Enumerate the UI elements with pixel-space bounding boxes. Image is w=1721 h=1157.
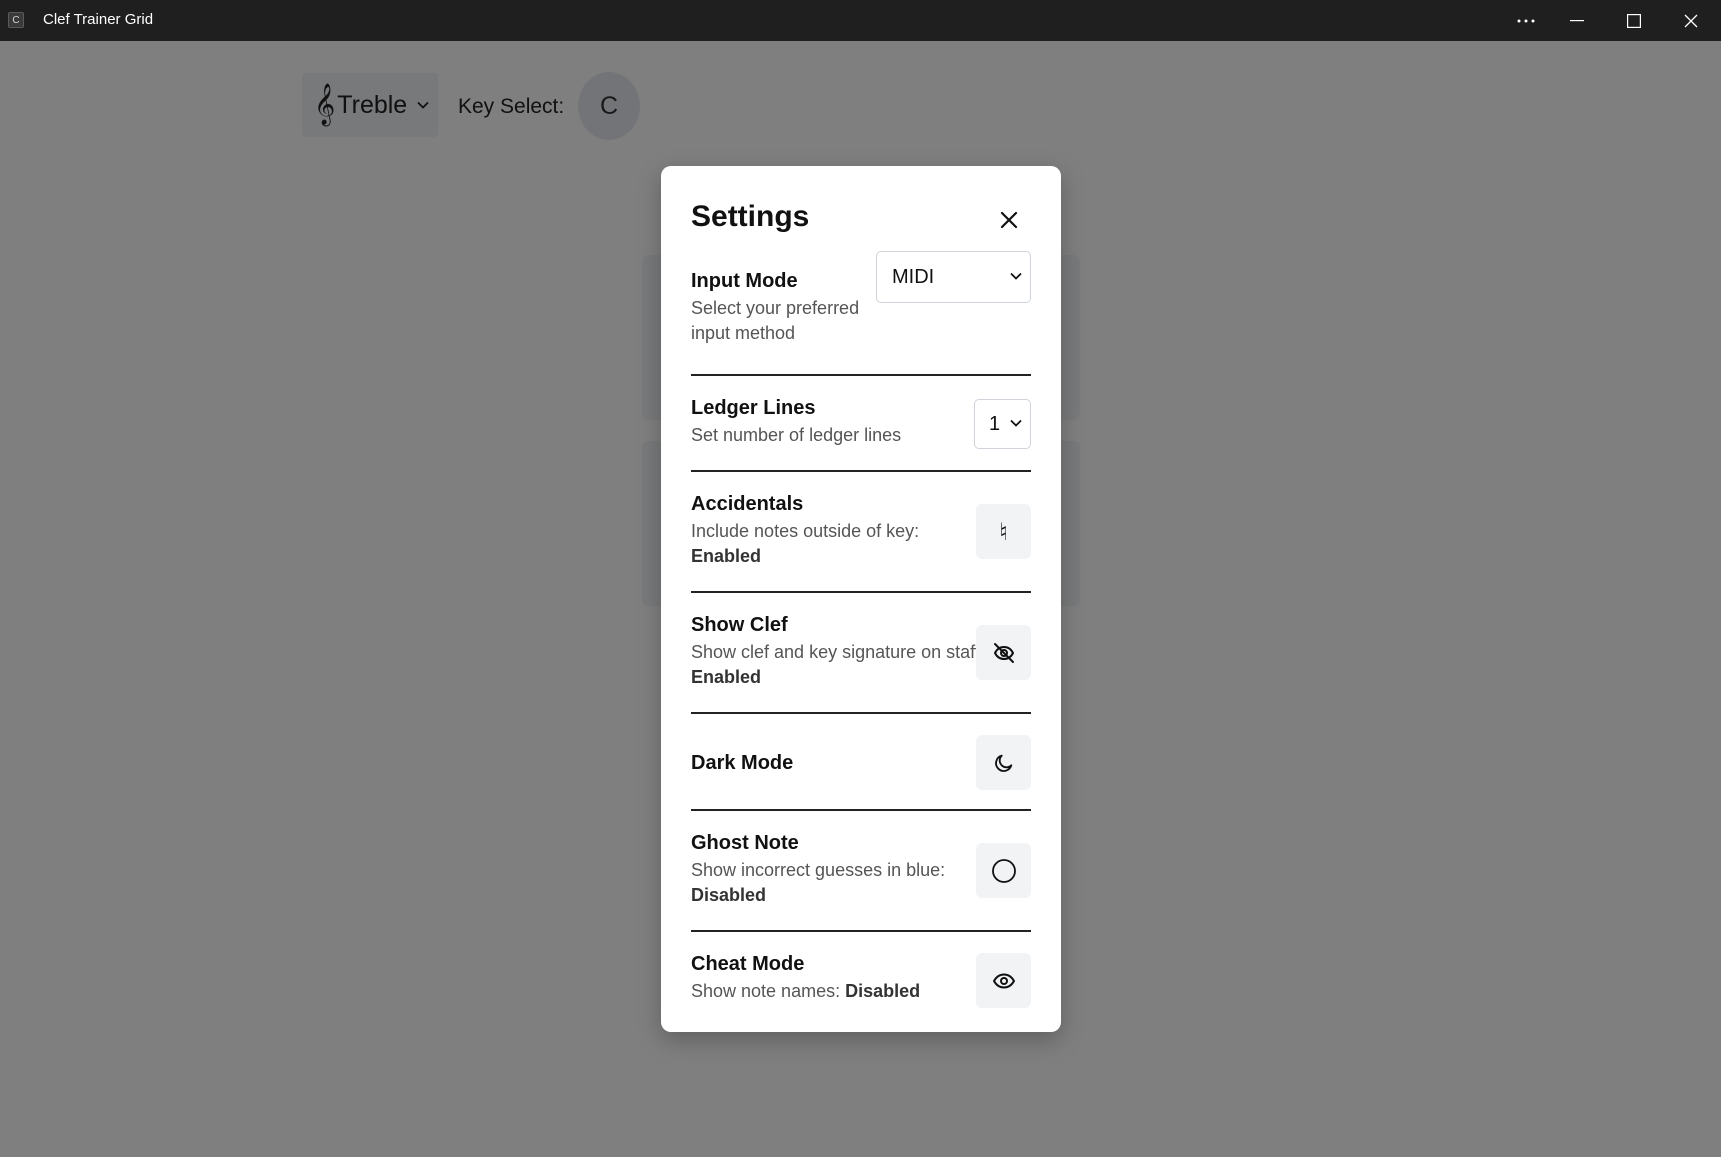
more-icon <box>1517 19 1535 22</box>
setting-description: Show clef and key signature on staff: En… <box>691 642 985 687</box>
setting-dark-mode: Dark Mode <box>691 714 1031 811</box>
close-settings-button[interactable] <box>993 204 1025 236</box>
ledger-lines-select[interactable]: 1 <box>974 399 1031 449</box>
chevron-down-icon <box>1010 272 1022 280</box>
setting-title: Accidentals <box>691 493 804 515</box>
settings-title: Settings <box>691 200 810 233</box>
close-window-button[interactable] <box>1663 0 1719 41</box>
cheat-mode-toggle-button[interactable] <box>976 953 1031 1008</box>
accidentals-toggle-button[interactable]: ♮ <box>976 504 1031 559</box>
setting-accidentals: Accidentals Include notes outside of key… <box>691 472 1031 593</box>
setting-description: Set number of ledger lines <box>691 425 902 445</box>
setting-description: Select your preferred input method <box>691 298 860 343</box>
settings-dialog: Settings Input Mode Select your preferre… <box>661 166 1061 1032</box>
more-options-button[interactable] <box>1498 0 1554 41</box>
app-icon: C <box>8 12 24 28</box>
minimize-icon <box>1570 19 1584 21</box>
setting-ghost-note: Ghost Note Show incorrect guesses in blu… <box>691 811 1031 932</box>
setting-title: Ghost Note <box>691 832 799 854</box>
title-bar: C Clef Trainer Grid <box>0 0 1721 41</box>
setting-title: Show Clef <box>691 614 788 636</box>
ledger-lines-value: 1 <box>989 412 1001 435</box>
eye-icon <box>992 973 1015 988</box>
setting-show-clef: Show Clef Show clef and key signature on… <box>691 593 1031 714</box>
maximize-button[interactable] <box>1606 0 1662 41</box>
minimize-button[interactable] <box>1549 0 1605 41</box>
circle-icon <box>991 858 1016 883</box>
chevron-down-icon <box>1010 419 1022 427</box>
setting-description: Show incorrect guesses in blue: Disabled <box>691 860 946 905</box>
close-icon <box>1684 14 1698 27</box>
ghost-note-toggle-button[interactable] <box>976 843 1031 898</box>
status-text: Enabled <box>691 546 762 566</box>
setting-description: Include notes outside of key: Enabled <box>691 521 920 566</box>
input-mode-value: MIDI <box>892 265 935 288</box>
moon-icon <box>994 754 1012 772</box>
setting-description: Show note names: Disabled <box>691 981 921 1001</box>
setting-ledger-lines: Ledger Lines Set number of ledger lines … <box>691 376 1031 472</box>
input-mode-select[interactable]: MIDI <box>876 251 1031 303</box>
setting-title: Ledger Lines <box>691 397 816 419</box>
setting-title: Dark Mode <box>691 752 794 774</box>
setting-title: Input Mode <box>691 270 798 292</box>
window-title: Clef Trainer Grid <box>43 11 154 28</box>
status-text: Disabled <box>845 981 921 1001</box>
status-text: Enabled <box>691 667 762 687</box>
dark-mode-toggle-button[interactable] <box>976 735 1031 790</box>
show-clef-toggle-button[interactable] <box>976 625 1031 680</box>
setting-input-mode: Input Mode Select your preferred input m… <box>691 251 1031 376</box>
setting-cheat-mode: Cheat Mode Show note names: Disabled <box>691 932 1031 1032</box>
natural-icon: ♮ <box>999 517 1008 546</box>
close-icon <box>1000 211 1018 229</box>
status-text: Disabled <box>691 885 767 905</box>
setting-title: Cheat Mode <box>691 953 805 975</box>
maximize-icon <box>1627 13 1641 28</box>
eye-off-icon <box>993 642 1014 663</box>
